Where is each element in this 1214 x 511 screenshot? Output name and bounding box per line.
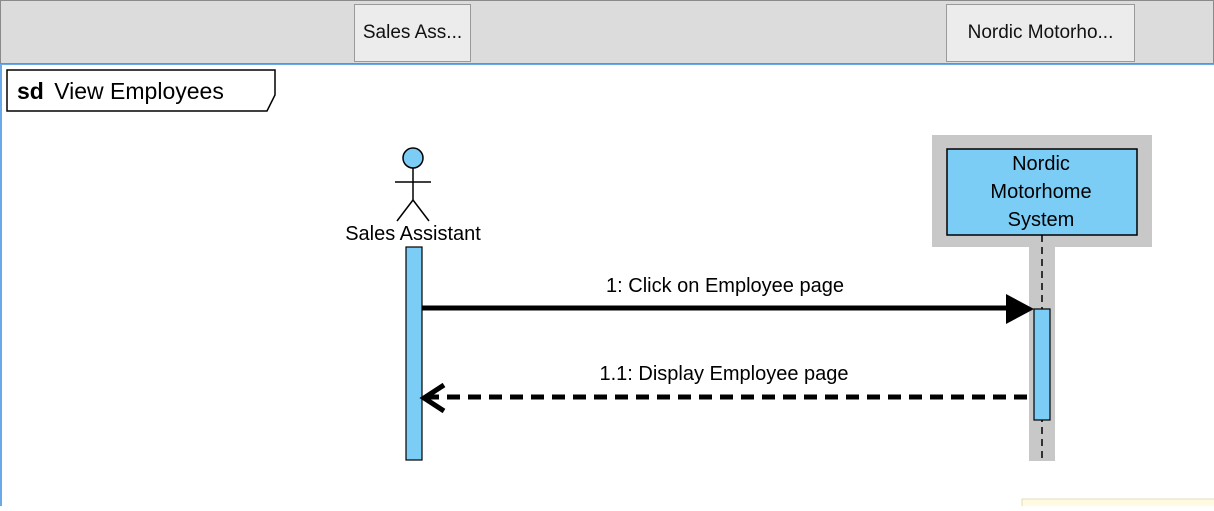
actor-right-leg [412, 199, 430, 222]
message-1-1-label: 1.1: Display Employee page [599, 363, 848, 385]
frame-keyword: sd [17, 78, 44, 104]
frame-title: View Employees [54, 78, 224, 104]
activation-bar-sales-assistant[interactable] [405, 246, 423, 461]
object-name-line-2: Motorhome [990, 181, 1091, 203]
actor-left-leg [396, 199, 414, 222]
sequence-diagram: sd View Employees Sales Assistant Nordic… [6, 69, 1214, 510]
header-tab-sales-assistant[interactable]: Sales Ass... [354, 4, 471, 62]
header-tab-nordic-motorhome[interactable]: Nordic Motorho... [946, 4, 1135, 62]
message-1[interactable]: 1: Click on Employee page [422, 275, 1034, 324]
actor-sales-assistant[interactable]: Sales Assistant [345, 147, 481, 245]
note-partial[interactable] [1021, 498, 1214, 510]
diagram-canvas: sd View Employees Sales Assistant Nordic… [0, 64, 1214, 510]
object-nordic-motorhome-system[interactable]: Nordic Motorhome System [932, 135, 1152, 247]
message-1-1[interactable]: 1.1: Display Employee page [419, 363, 1034, 414]
message-1-label: 1: Click on Employee page [606, 275, 844, 297]
object-name-line-3: System [1008, 209, 1075, 231]
lifeline-header-bar: Sales Ass... Nordic Motorho... [0, 0, 1214, 64]
actor-icon [402, 147, 424, 169]
actor-name: Sales Assistant [345, 223, 481, 245]
svg-text:sd View Employees: sd View Employees [17, 78, 224, 104]
frame-tag[interactable]: sd View Employees [6, 69, 276, 112]
activation-bar-nordic-motorhome[interactable] [1033, 308, 1051, 421]
object-name-line-1: Nordic [1012, 153, 1070, 175]
